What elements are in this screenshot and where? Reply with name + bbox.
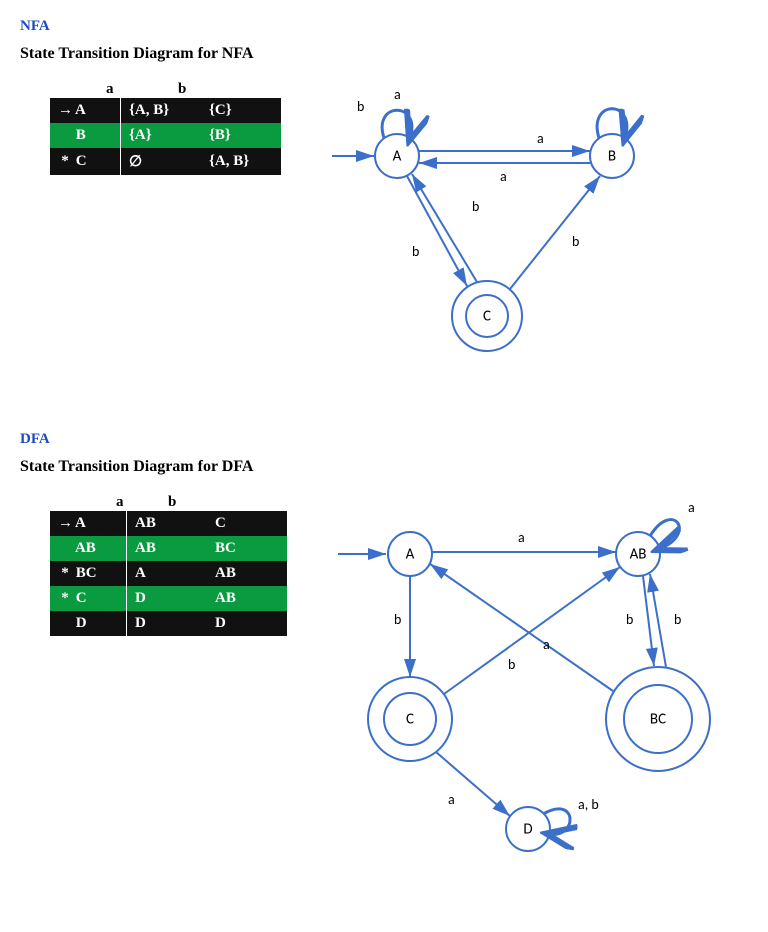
- edge-ab-loop-label: a: [688, 499, 695, 516]
- cell-a: A: [127, 561, 208, 586]
- cell-b: AB: [207, 586, 287, 611]
- dfa-subtitle: State Transition Diagram for DFA: [20, 458, 748, 476]
- state-label: C: [76, 153, 87, 169]
- start-marker: →: [58, 102, 72, 119]
- table-row: → A {A, B} {C}: [50, 98, 281, 123]
- edge-a-c-label: b: [394, 611, 401, 628]
- nfa-diagram: A B C a b a a b b b: [312, 81, 712, 391]
- dfa-col-headers: a b: [50, 494, 288, 511]
- edge-bc-a-label: a: [543, 636, 550, 653]
- dfa-diagram: A AB C BC D a a b b b a b a a, b: [318, 494, 748, 874]
- state-c-label: C: [483, 308, 491, 326]
- state-label: AB: [75, 540, 96, 556]
- edge-c-d-label: a: [448, 791, 455, 808]
- state-d-label: D: [523, 821, 532, 839]
- edge-ba-label: a: [500, 168, 507, 185]
- state-label: D: [76, 615, 87, 631]
- table-row: * BC A AB: [50, 561, 287, 586]
- cell-a: {A}: [121, 123, 202, 148]
- edge-ac-label: b: [412, 243, 419, 260]
- cell-b: C: [207, 511, 287, 536]
- state-label: B: [76, 127, 86, 143]
- dfa-col-a: a: [116, 494, 168, 511]
- state-label: A: [75, 102, 86, 118]
- cell-a: ∅: [121, 148, 202, 175]
- edge-cb-label: b: [572, 233, 579, 250]
- cell-a: AB: [127, 536, 208, 561]
- state-label: C: [76, 590, 87, 606]
- edge-ab-label: a: [537, 130, 544, 147]
- edge-a-ab-label: a: [518, 529, 525, 546]
- table-row: AB AB BC: [50, 536, 287, 561]
- cell-b: D: [207, 611, 287, 636]
- table-row: D D D: [50, 611, 287, 636]
- dfa-col-b: b: [168, 494, 220, 511]
- nfa-col-headers: a b: [50, 81, 282, 98]
- edge-a-c: [407, 176, 467, 286]
- state-a-label: A: [405, 546, 414, 564]
- accept-marker: *: [58, 590, 72, 607]
- nfa-col-b: b: [178, 81, 250, 98]
- edge-a-loop-label: a: [394, 86, 401, 103]
- cell-a: {A, B}: [121, 98, 202, 123]
- edge-bc-a: [430, 564, 613, 691]
- edge-c-a: [412, 174, 477, 282]
- state-label: BC: [76, 565, 97, 581]
- table-row: B {A} {B}: [50, 123, 281, 148]
- state-label: A: [75, 515, 86, 531]
- start-marker: →: [58, 515, 72, 532]
- dfa-table-wrap: a b → A AB C AB AB BC * BC A AB * C D: [50, 494, 288, 636]
- dfa-block: a b → A AB C AB AB BC * BC A AB * C D: [20, 494, 748, 874]
- accept-marker: *: [58, 565, 72, 582]
- edge-ab-loop: [650, 520, 679, 549]
- cell-b: {C}: [201, 98, 281, 123]
- cell-a: D: [127, 586, 208, 611]
- state-c-label: C: [406, 711, 414, 729]
- state-a-label: A: [392, 148, 401, 166]
- cell-b: {B}: [201, 123, 281, 148]
- table-row: * C D AB: [50, 586, 287, 611]
- state-b-label: B: [607, 148, 615, 166]
- cell-a: D: [127, 611, 208, 636]
- cell-b: AB: [207, 561, 287, 586]
- edge-c-ab: [444, 567, 620, 694]
- state-bc-label: BC: [649, 711, 665, 729]
- cell-b: {A, B}: [201, 148, 281, 175]
- nfa-subtitle: State Transition Diagram for NFA: [20, 45, 748, 63]
- nfa-table: → A {A, B} {C} B {A} {B} * C ∅ {A, B}: [50, 98, 282, 175]
- edge-d-loop: [543, 809, 570, 835]
- edge-ca-label: b: [472, 198, 479, 215]
- cell-a: AB: [127, 511, 208, 536]
- edge-c-b: [510, 176, 600, 289]
- edge-c-ab-label: b: [508, 656, 515, 673]
- accept-marker: *: [58, 153, 72, 170]
- dfa-table: → A AB C AB AB BC * BC A AB * C D AB D: [50, 511, 288, 636]
- nfa-block: a b → A {A, B} {C} B {A} {B} * C ∅ {A, B…: [20, 81, 748, 391]
- nfa-col-a: a: [106, 81, 178, 98]
- nfa-heading: NFA: [20, 18, 748, 35]
- state-ab-label: AB: [629, 546, 646, 564]
- edge-ab-bc-label: b: [626, 611, 633, 628]
- table-row: * C ∅ {A, B}: [50, 148, 281, 175]
- edge-d-loop-label: a, b: [578, 796, 599, 813]
- dfa-heading: DFA: [20, 431, 748, 448]
- nfa-table-wrap: a b → A {A, B} {C} B {A} {B} * C ∅ {A, B…: [50, 81, 282, 175]
- table-row: → A AB C: [50, 511, 287, 536]
- cell-b: BC: [207, 536, 287, 561]
- edge-bc-ab-label: b: [674, 611, 681, 628]
- edge-b-loop-label: b: [357, 98, 364, 115]
